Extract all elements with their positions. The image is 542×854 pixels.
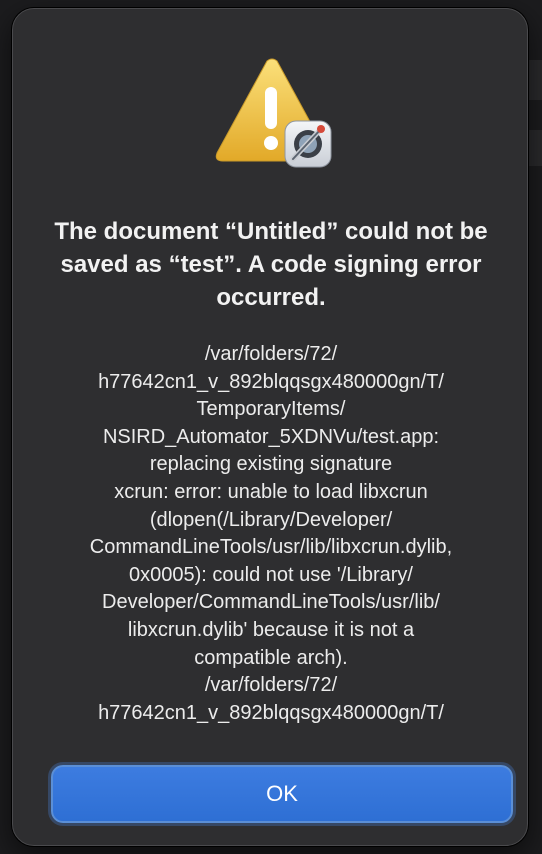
automator-app-icon [284,120,332,168]
alert-icon [211,57,333,179]
background-window-edge [526,130,542,166]
background-window-edge [526,60,542,100]
alert-title: The document “Untitled” could not be sav… [54,218,488,311]
alert-dialog: The document “Untitled” could not be sav… [12,8,528,846]
warning-icon [215,58,332,168]
alert-message: /var/folders/72/ h77642cn1_v_892blqqsgx4… [89,343,453,724]
ok-button[interactable]: OK [51,765,513,823]
ok-button-label: OK [266,781,298,806]
